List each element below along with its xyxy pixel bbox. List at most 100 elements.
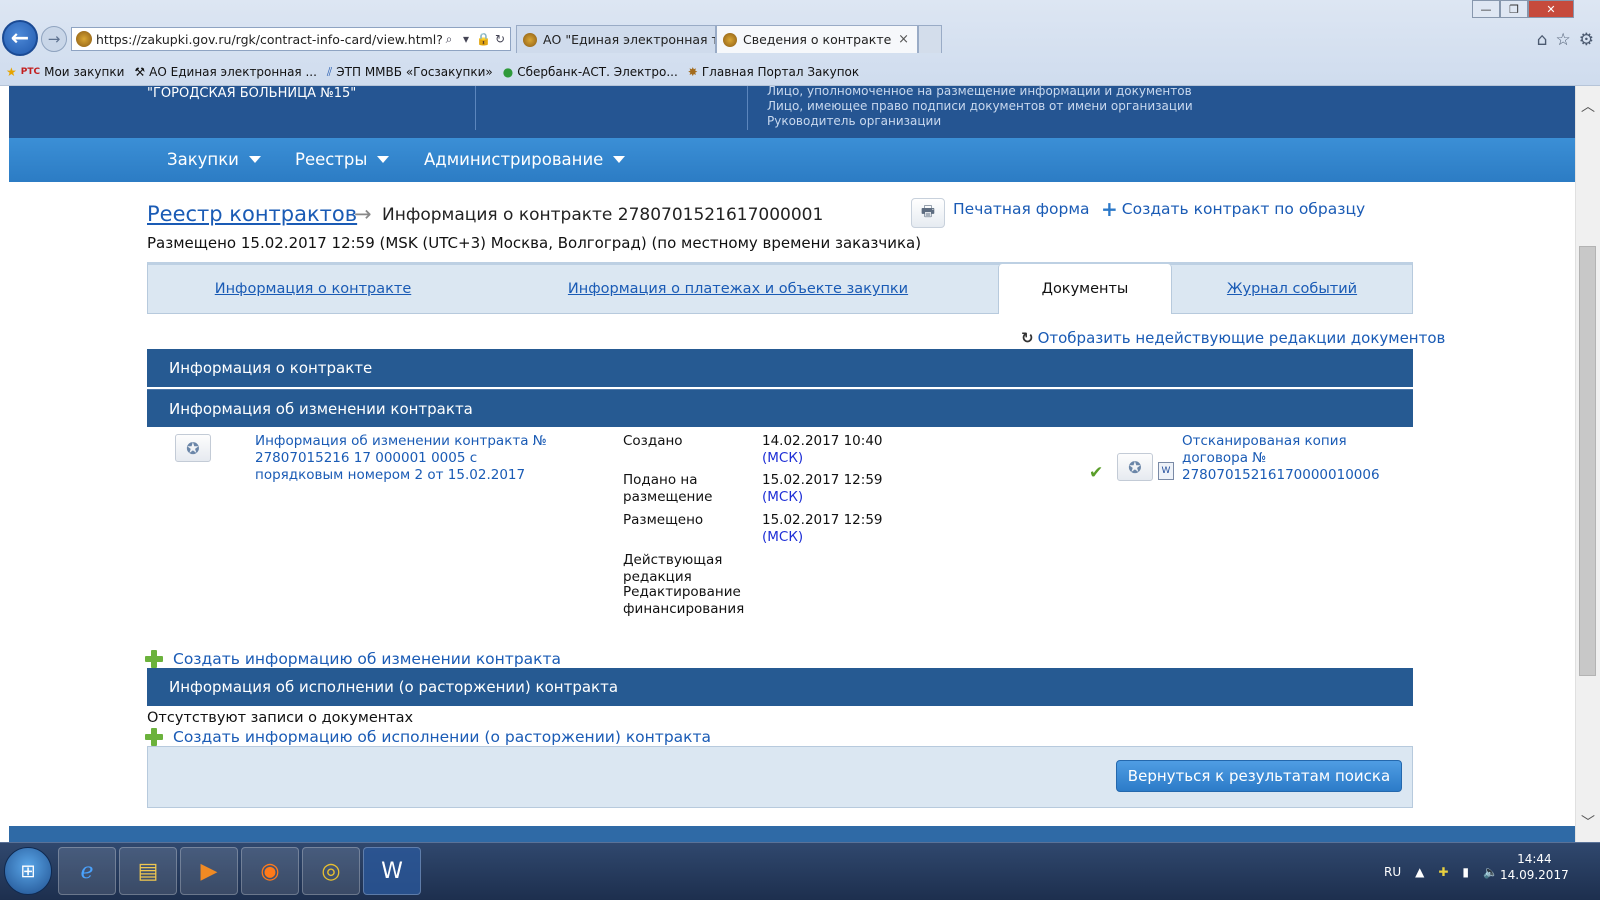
divider [747, 86, 748, 130]
lock-icon[interactable]: 🔒 [476, 32, 491, 46]
create-contract-from-template-link[interactable]: + Создать контракт по образцу [1101, 199, 1366, 219]
media-player-icon[interactable]: ▶ [180, 847, 238, 895]
close-window-button[interactable]: ✕ [1528, 0, 1574, 18]
new-tab-button[interactable] [918, 25, 942, 53]
hammer-icon: ⚒ [134, 65, 146, 79]
favorite-eets[interactable]: ⚒ АО Единая электронная ... [134, 65, 317, 79]
back-to-results-button[interactable]: Вернуться к результатам поиска [1116, 760, 1402, 792]
submitted-datetime: 15.02.2017 12:59 [762, 472, 883, 488]
minimize-button[interactable]: — [1472, 0, 1500, 18]
certificate-icon[interactable]: ✪ [175, 434, 211, 462]
favorite-portal[interactable]: ✸ Главная Портал Закупок [688, 65, 859, 79]
gear-icon[interactable]: ⚙ [1579, 30, 1594, 50]
tab-contract-info[interactable]: Информация о контракте [148, 265, 478, 313]
url-text[interactable]: https://zakupki.gov.ru/rgk/contract-info… [96, 32, 442, 47]
favorite-label: Сбербанк-АСТ. Электро... [517, 65, 678, 79]
create-execution-info-link[interactable]: Создать информацию об исполнении (о раст… [145, 728, 711, 746]
close-tab-icon[interactable]: × [898, 32, 909, 47]
print-form-link[interactable]: Печатная форма [953, 200, 1090, 218]
contract-tabs: Информация о контракте Информация о плат… [147, 262, 1413, 314]
taskbar: ⊞ ℯ ▤ ▶ ◉ ◎ W RU ▲ ✚ ▮ 🔈 14:44 14.09.201… [0, 842, 1600, 900]
scroll-up-icon[interactable]: ︿ [1576, 86, 1600, 126]
favorite-my-purchases[interactable]: ★ РТС Мои закупки [6, 65, 124, 79]
certificate-icon[interactable]: ✪ [1117, 453, 1153, 481]
sberbank-icon: ● [502, 65, 514, 79]
rts-logo: РТС [20, 67, 41, 77]
refresh-icon: ↻ [1021, 329, 1034, 347]
maximize-button[interactable]: ❐ [1500, 0, 1528, 18]
create-change-info-link[interactable]: Создать информацию об изменении контракт… [145, 650, 561, 668]
chevron-down-icon [613, 156, 626, 163]
dropdown-icon[interactable]: ▾ [459, 32, 473, 46]
page-viewport: "ГОРОДСКАЯ БОЛЬНИЦА №15" Лицо, уполномоч… [9, 86, 1575, 842]
scanned-contract-link[interactable]: Отсканированая копия договора № 27807015… [1182, 433, 1382, 484]
nav-registries[interactable]: Реестры [295, 150, 390, 169]
clock[interactable]: 14:44 14.09.2017 [1500, 851, 1569, 883]
print-button[interactable]: 🖶 [911, 198, 945, 228]
breadcrumb-contract-registry[interactable]: Реестр контрактов [147, 202, 357, 226]
back-button[interactable]: ← [2, 20, 38, 56]
section-change-info[interactable]: Информация об изменении контракта [147, 389, 1413, 427]
start-button[interactable]: ⊞ [4, 847, 52, 895]
created-label: Создано [623, 433, 683, 449]
posted-value: 15.02.2017 12:59 (МСК) [762, 512, 883, 546]
scroll-down-icon[interactable]: ﹀ [1576, 802, 1600, 842]
internet-explorer-icon[interactable]: ℯ [58, 847, 116, 895]
bottom-panel: Вернуться к результатам поиска [147, 746, 1413, 808]
windows-logo-icon: ⊞ [20, 860, 36, 882]
nav-label: Закупки [167, 150, 239, 169]
status-current-revision: Действующая редакция [623, 552, 723, 585]
home-icon[interactable]: ⌂ [1537, 30, 1548, 50]
file-explorer-icon[interactable]: ▤ [119, 847, 177, 895]
favorite-micex[interactable]: ⫽ ЭТП ММВБ «Госзакупки» [327, 65, 493, 80]
posted-label: Размещено [623, 512, 704, 528]
browser-tab-contract[interactable]: Сведения о контракте × [716, 25, 918, 53]
word-document-icon[interactable]: W [1158, 462, 1174, 480]
tab-title: АО "Единая электронная торг... [543, 32, 715, 47]
site-emblem-icon [76, 31, 92, 47]
link-label: Создать контракт по образцу [1121, 200, 1366, 218]
scrollbar-thumb[interactable] [1579, 246, 1596, 676]
favorite-label: АО Единая электронная ... [149, 65, 317, 79]
nav-administration[interactable]: Администрирование [424, 150, 626, 169]
tab-title: Сведения о контракте [743, 32, 892, 47]
nav-label: Администрирование [424, 150, 604, 169]
org-roles: Лицо, уполномоченное на размещение инфор… [767, 86, 1193, 129]
vertical-scrollbar[interactable]: ︿ ﹀ [1575, 86, 1600, 842]
volume-icon[interactable]: 🔈 [1483, 865, 1498, 879]
printer-icon: 🖶 [920, 201, 936, 220]
browser-toolbar-icons: ⌂ ☆ ⚙ [1537, 30, 1594, 50]
no-records-text: Отсутствуют записи о документах [147, 710, 414, 726]
browser-tab-eets[interactable]: АО "Единая электронная торг... [516, 25, 716, 53]
search-icon[interactable]: ⌕ [442, 32, 456, 47]
role-item: Руководитель организации [767, 114, 942, 128]
favorite-sberbank[interactable]: ● Сбербанк-АСТ. Электро... [503, 65, 678, 79]
section-contract-info[interactable]: Информация о контракте [147, 349, 1413, 387]
change-document-link[interactable]: Информация об изменении контракта № 2780… [255, 433, 565, 484]
link-label: Создать информацию об изменении контракт… [173, 650, 562, 668]
tab-favicon-icon [723, 32, 737, 47]
refresh-icon[interactable]: ↻ [493, 32, 507, 46]
firefox-icon[interactable]: ◉ [241, 847, 299, 895]
favorites-bar: ★ РТС Мои закупки ⚒ АО Единая электронна… [0, 60, 1600, 84]
network-icon[interactable]: ▮ [1462, 865, 1469, 879]
address-bar[interactable]: https://zakupki.gov.ru/rgk/contract-info… [71, 27, 511, 51]
green-plus-icon [145, 650, 163, 668]
submitted-label: Подано на размещение [623, 472, 713, 505]
favorites-star-icon[interactable]: ☆ [1556, 30, 1571, 50]
show-hidden-icons-icon[interactable]: ▲ [1415, 865, 1424, 879]
word-icon[interactable]: W [363, 847, 421, 895]
link-label: Отобразить недействующие редакции докуме… [1037, 329, 1446, 347]
show-inactive-revisions-link[interactable]: ↻ Отобразить недействующие редакции доку… [1021, 329, 1445, 347]
tab-documents[interactable]: Документы [998, 264, 1172, 314]
favorite-label: ЭТП ММВБ «Госзакупки» [336, 65, 493, 79]
org-header: "ГОРОДСКАЯ БОЛЬНИЦА №15" Лицо, уполномоч… [9, 86, 1575, 138]
section-execution-info[interactable]: Информация об исполнении (о расторжении)… [147, 668, 1413, 706]
update-icon[interactable]: ✚ [1438, 865, 1448, 879]
language-indicator[interactable]: RU [1384, 865, 1401, 879]
nav-purchases[interactable]: Закупки [167, 150, 261, 169]
tab-payments-info[interactable]: Информация о платежах и объекте закупки [478, 265, 998, 313]
forward-button[interactable]: → [41, 26, 67, 52]
chrome-icon[interactable]: ◎ [302, 847, 360, 895]
tab-event-log[interactable]: Журнал событий [1172, 265, 1412, 313]
